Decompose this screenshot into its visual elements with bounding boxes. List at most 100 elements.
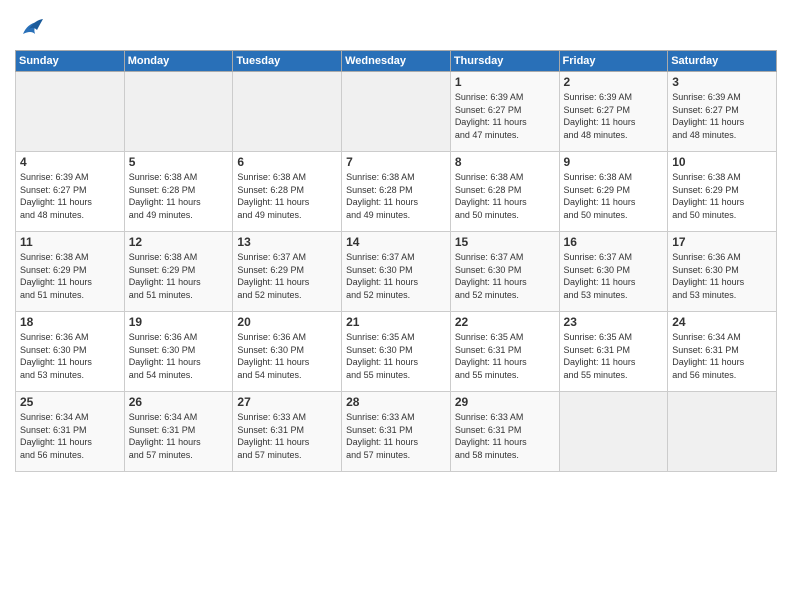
- day-info: Sunrise: 6:38 AM Sunset: 6:29 PM Dayligh…: [129, 251, 229, 301]
- day-number: 3: [672, 75, 772, 89]
- day-info: Sunrise: 6:38 AM Sunset: 6:28 PM Dayligh…: [129, 171, 229, 221]
- calendar-cell: [668, 392, 777, 472]
- day-info: Sunrise: 6:36 AM Sunset: 6:30 PM Dayligh…: [237, 331, 337, 381]
- day-info: Sunrise: 6:36 AM Sunset: 6:30 PM Dayligh…: [129, 331, 229, 381]
- day-info: Sunrise: 6:34 AM Sunset: 6:31 PM Dayligh…: [672, 331, 772, 381]
- day-info: Sunrise: 6:38 AM Sunset: 6:29 PM Dayligh…: [672, 171, 772, 221]
- calendar-cell: 15 Sunrise: 6:37 AM Sunset: 6:30 PM Dayli…: [450, 232, 559, 312]
- weekday-header-wednesday: Wednesday: [342, 51, 451, 72]
- calendar-cell: 14 Sunrise: 6:37 AM Sunset: 6:30 PM Dayli…: [342, 232, 451, 312]
- calendar-cell: 13 Sunrise: 6:37 AM Sunset: 6:29 PM Dayli…: [233, 232, 342, 312]
- day-number: 21: [346, 315, 446, 329]
- day-number: 2: [564, 75, 664, 89]
- day-number: 16: [564, 235, 664, 249]
- calendar-cell: 7 Sunrise: 6:38 AM Sunset: 6:28 PM Daylig…: [342, 152, 451, 232]
- calendar-cell: 8 Sunrise: 6:38 AM Sunset: 6:28 PM Daylig…: [450, 152, 559, 232]
- day-number: 29: [455, 395, 555, 409]
- calendar-cell: 12 Sunrise: 6:38 AM Sunset: 6:29 PM Dayli…: [124, 232, 233, 312]
- day-number: 24: [672, 315, 772, 329]
- day-number: 8: [455, 155, 555, 169]
- calendar-week-4: 18 Sunrise: 6:36 AM Sunset: 6:30 PM Dayli…: [16, 312, 777, 392]
- calendar-cell: 19 Sunrise: 6:36 AM Sunset: 6:30 PM Dayli…: [124, 312, 233, 392]
- calendar-cell: 18 Sunrise: 6:36 AM Sunset: 6:30 PM Dayli…: [16, 312, 125, 392]
- day-number: 11: [20, 235, 120, 249]
- calendar-page: SundayMondayTuesdayWednesdayThursdayFrid…: [0, 0, 792, 612]
- weekday-header-monday: Monday: [124, 51, 233, 72]
- calendar-cell: 9 Sunrise: 6:38 AM Sunset: 6:29 PM Daylig…: [559, 152, 668, 232]
- day-info: Sunrise: 6:39 AM Sunset: 6:27 PM Dayligh…: [20, 171, 120, 221]
- calendar-cell: 23 Sunrise: 6:35 AM Sunset: 6:31 PM Dayli…: [559, 312, 668, 392]
- day-info: Sunrise: 6:36 AM Sunset: 6:30 PM Dayligh…: [672, 251, 772, 301]
- calendar-cell: 1 Sunrise: 6:39 AM Sunset: 6:27 PM Daylig…: [450, 72, 559, 152]
- day-info: Sunrise: 6:37 AM Sunset: 6:30 PM Dayligh…: [455, 251, 555, 301]
- day-number: 15: [455, 235, 555, 249]
- calendar-cell: 16 Sunrise: 6:37 AM Sunset: 6:30 PM Dayli…: [559, 232, 668, 312]
- weekday-header-thursday: Thursday: [450, 51, 559, 72]
- day-number: 23: [564, 315, 664, 329]
- weekday-header-friday: Friday: [559, 51, 668, 72]
- day-number: 27: [237, 395, 337, 409]
- day-info: Sunrise: 6:38 AM Sunset: 6:28 PM Dayligh…: [237, 171, 337, 221]
- day-number: 19: [129, 315, 229, 329]
- calendar-body: 1 Sunrise: 6:39 AM Sunset: 6:27 PM Daylig…: [16, 72, 777, 472]
- day-info: Sunrise: 6:39 AM Sunset: 6:27 PM Dayligh…: [672, 91, 772, 141]
- weekday-header-saturday: Saturday: [668, 51, 777, 72]
- calendar-cell: 10 Sunrise: 6:38 AM Sunset: 6:29 PM Dayli…: [668, 152, 777, 232]
- calendar-cell: 2 Sunrise: 6:39 AM Sunset: 6:27 PM Daylig…: [559, 72, 668, 152]
- day-info: Sunrise: 6:39 AM Sunset: 6:27 PM Dayligh…: [564, 91, 664, 141]
- calendar-cell: 3 Sunrise: 6:39 AM Sunset: 6:27 PM Daylig…: [668, 72, 777, 152]
- calendar-week-2: 4 Sunrise: 6:39 AM Sunset: 6:27 PM Daylig…: [16, 152, 777, 232]
- day-info: Sunrise: 6:33 AM Sunset: 6:31 PM Dayligh…: [455, 411, 555, 461]
- calendar-cell: [16, 72, 125, 152]
- calendar-table: SundayMondayTuesdayWednesdayThursdayFrid…: [15, 50, 777, 472]
- day-info: Sunrise: 6:35 AM Sunset: 6:30 PM Dayligh…: [346, 331, 446, 381]
- calendar-header: SundayMondayTuesdayWednesdayThursdayFrid…: [16, 51, 777, 72]
- calendar-cell: 6Sunrise: 6:38 AM Sunset: 6:28 PM Daylig…: [233, 152, 342, 232]
- day-info: Sunrise: 6:38 AM Sunset: 6:28 PM Dayligh…: [346, 171, 446, 221]
- day-info: Sunrise: 6:38 AM Sunset: 6:29 PM Dayligh…: [564, 171, 664, 221]
- calendar-cell: 22 Sunrise: 6:35 AM Sunset: 6:31 PM Dayli…: [450, 312, 559, 392]
- day-info: Sunrise: 6:34 AM Sunset: 6:31 PM Dayligh…: [129, 411, 229, 461]
- day-number: 7: [346, 155, 446, 169]
- calendar-cell: [559, 392, 668, 472]
- logo: [15, 14, 49, 44]
- weekday-header-sunday: Sunday: [16, 51, 125, 72]
- day-info: Sunrise: 6:37 AM Sunset: 6:30 PM Dayligh…: [564, 251, 664, 301]
- day-number: 20: [237, 315, 337, 329]
- day-info: Sunrise: 6:37 AM Sunset: 6:30 PM Dayligh…: [346, 251, 446, 301]
- day-info: Sunrise: 6:38 AM Sunset: 6:29 PM Dayligh…: [20, 251, 120, 301]
- header-area: [15, 10, 777, 44]
- day-number: 9: [564, 155, 664, 169]
- day-number: 18: [20, 315, 120, 329]
- day-number: 1: [455, 75, 555, 89]
- calendar-cell: [342, 72, 451, 152]
- calendar-cell: 11 Sunrise: 6:38 AM Sunset: 6:29 PM Dayli…: [16, 232, 125, 312]
- day-info: Sunrise: 6:39 AM Sunset: 6:27 PM Dayligh…: [455, 91, 555, 141]
- calendar-cell: 20 Sunrise: 6:36 AM Sunset: 6:30 PM Dayli…: [233, 312, 342, 392]
- day-info: Sunrise: 6:37 AM Sunset: 6:29 PM Dayligh…: [237, 251, 337, 301]
- day-number: 25: [20, 395, 120, 409]
- calendar-cell: 21 Sunrise: 6:35 AM Sunset: 6:30 PM Dayli…: [342, 312, 451, 392]
- day-number: 12: [129, 235, 229, 249]
- day-number: 4: [20, 155, 120, 169]
- day-info: Sunrise: 6:33 AM Sunset: 6:31 PM Dayligh…: [237, 411, 337, 461]
- day-info: Sunrise: 6:38 AM Sunset: 6:28 PM Dayligh…: [455, 171, 555, 221]
- day-info: Sunrise: 6:35 AM Sunset: 6:31 PM Dayligh…: [564, 331, 664, 381]
- calendar-cell: 4 Sunrise: 6:39 AM Sunset: 6:27 PM Daylig…: [16, 152, 125, 232]
- day-number: 14: [346, 235, 446, 249]
- day-number: 5: [129, 155, 229, 169]
- day-info: Sunrise: 6:35 AM Sunset: 6:31 PM Dayligh…: [455, 331, 555, 381]
- day-info: Sunrise: 6:36 AM Sunset: 6:30 PM Dayligh…: [20, 331, 120, 381]
- calendar-week-5: 25 Sunrise: 6:34 AM Sunset: 6:31 PM Dayli…: [16, 392, 777, 472]
- weekday-header-tuesday: Tuesday: [233, 51, 342, 72]
- day-number: 13: [237, 235, 337, 249]
- calendar-cell: 17 Sunrise: 6:36 AM Sunset: 6:30 PM Dayli…: [668, 232, 777, 312]
- calendar-cell: 26Sunrise: 6:34 AM Sunset: 6:31 PM Dayli…: [124, 392, 233, 472]
- day-number: 17: [672, 235, 772, 249]
- day-number: 22: [455, 315, 555, 329]
- logo-bird-icon: [15, 14, 45, 44]
- day-info: Sunrise: 6:33 AM Sunset: 6:31 PM Dayligh…: [346, 411, 446, 461]
- weekday-row: SundayMondayTuesdayWednesdayThursdayFrid…: [16, 51, 777, 72]
- day-info: Sunrise: 6:34 AM Sunset: 6:31 PM Dayligh…: [20, 411, 120, 461]
- day-number: 10: [672, 155, 772, 169]
